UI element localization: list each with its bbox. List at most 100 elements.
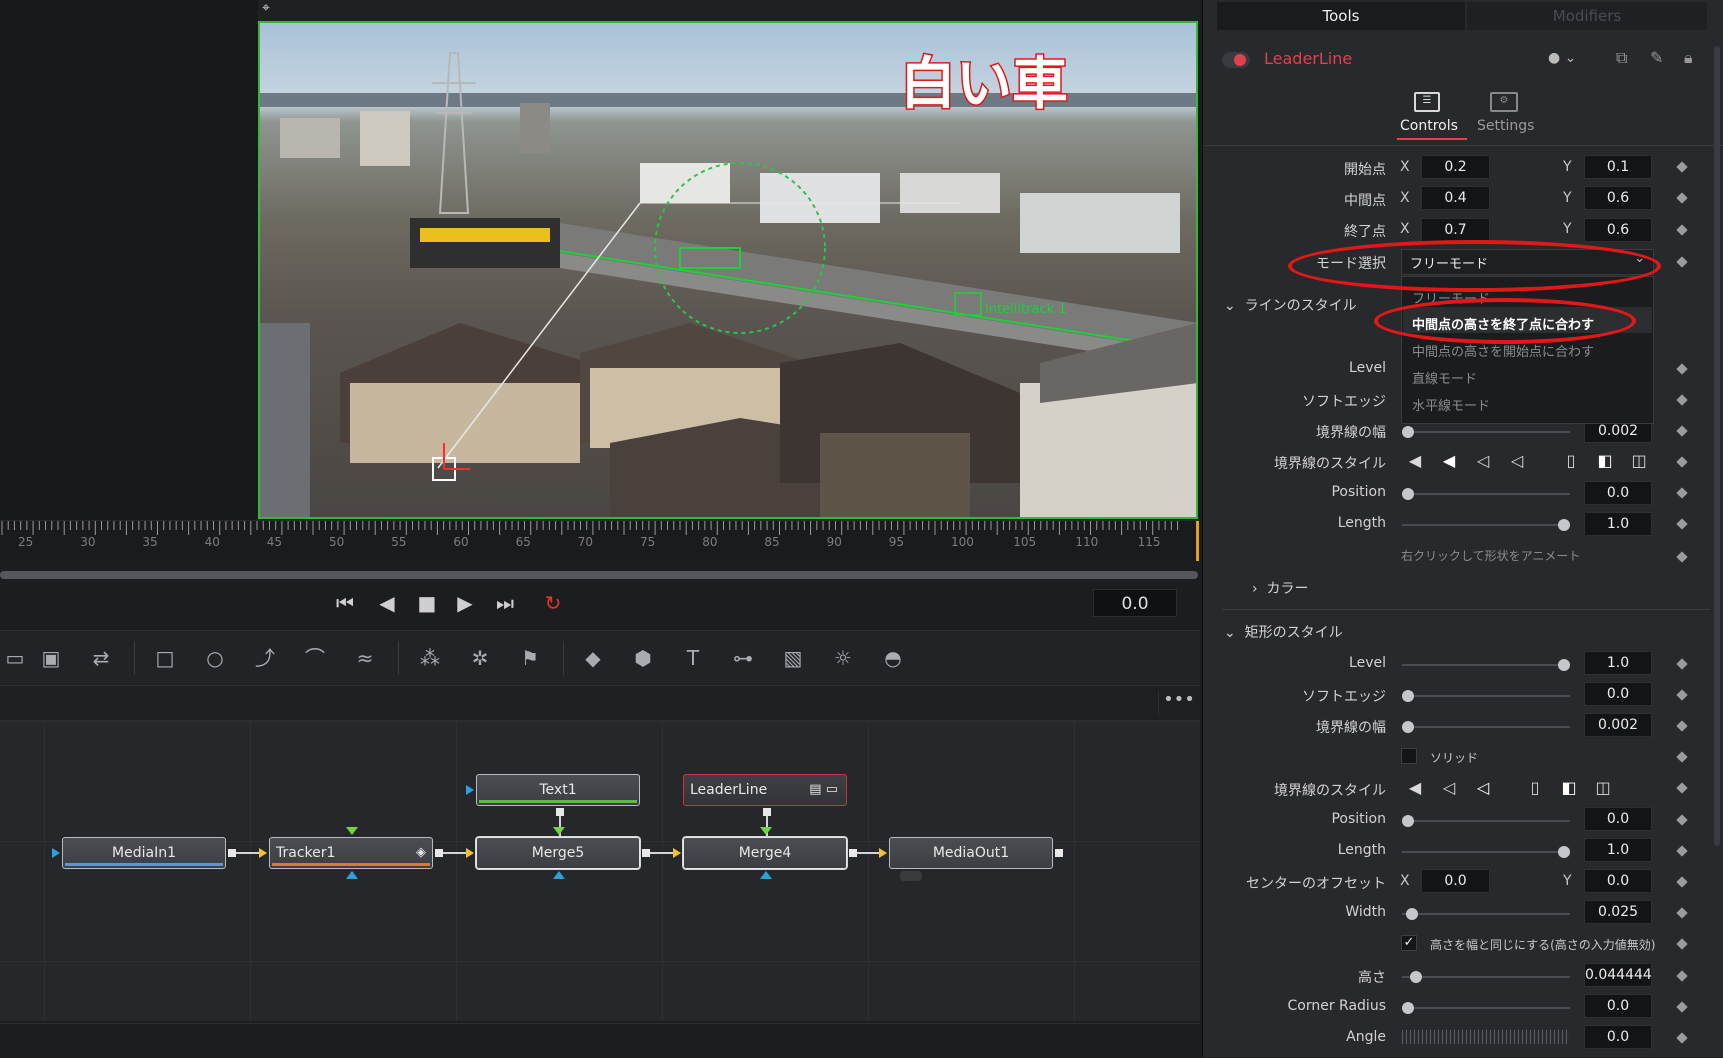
crosshair-icon[interactable]: ⌖: [262, 0, 270, 16]
particle-render-icon[interactable]: ⚑: [515, 644, 545, 672]
stop-button[interactable]: ■: [410, 590, 444, 616]
height-slider[interactable]: [1402, 971, 1570, 983]
border-style-5-icon[interactable]: ▯: [1560, 450, 1582, 472]
center-offset-y-field[interactable]: 0.0: [1584, 869, 1652, 893]
center-offset-x-field[interactable]: 0.0: [1421, 869, 1490, 893]
paint-tool-icon[interactable]: ▣: [36, 644, 66, 672]
rect-border-style-2-icon[interactable]: ◁: [1438, 777, 1460, 799]
tab-modifiers[interactable]: Modifiers: [1467, 2, 1707, 30]
border-style-1-icon[interactable]: ◀: [1404, 450, 1426, 472]
rect-border-style-1-icon[interactable]: ◀: [1404, 777, 1426, 799]
dropdown-option[interactable]: 直線モード: [1412, 368, 1477, 387]
node-tracker[interactable]: Tracker1 ◈: [269, 837, 433, 869]
tab-settings[interactable]: Settings: [1477, 118, 1534, 134]
bspline-mask-icon[interactable]: ⌒: [300, 644, 330, 672]
more-options-icon[interactable]: •••: [1158, 690, 1199, 716]
pin-icon[interactable]: ✎: [1650, 48, 1663, 67]
node-leaderline[interactable]: LeaderLine ▤ ▭: [683, 774, 847, 806]
rect-style-section[interactable]: ⌄ 矩形のスタイル: [1224, 622, 1343, 642]
border-style-4-icon[interactable]: ◁: [1506, 450, 1528, 472]
height-field[interactable]: 0.044444: [1584, 963, 1652, 987]
node-mediaout[interactable]: MediaOut1: [889, 837, 1053, 869]
corner-radius-field[interactable]: 0.0: [1584, 994, 1652, 1018]
rect-level-slider[interactable]: [1402, 659, 1570, 671]
line-position-slider[interactable]: [1402, 488, 1570, 500]
play-reverse-button[interactable]: ◀: [370, 590, 404, 616]
angle-field[interactable]: 0.0: [1584, 1025, 1652, 1049]
tool-enable-toggle[interactable]: [1222, 52, 1250, 68]
color-section[interactable]: › カラー: [1252, 578, 1309, 598]
background-tool-icon[interactable]: ▭: [0, 644, 30, 672]
transform-tool-icon[interactable]: ⇄: [86, 644, 116, 672]
start-x-field[interactable]: 0.2: [1421, 155, 1490, 179]
rect-length-slider[interactable]: [1402, 846, 1570, 858]
wand-mask-icon[interactable]: ≈: [350, 644, 380, 672]
dropdown-option[interactable]: 水平線モード: [1412, 395, 1490, 414]
tab-controls[interactable]: Controls: [1400, 118, 1458, 134]
line-position-field[interactable]: 0.0: [1584, 481, 1652, 505]
go-to-start-button[interactable]: ⏮: [328, 590, 362, 616]
timecode-field[interactable]: 0.0: [1093, 589, 1177, 617]
rect-border-style-4-icon[interactable]: ▯: [1524, 777, 1546, 799]
rect-softedge-field[interactable]: 0.0: [1584, 682, 1652, 706]
settings-icon[interactable]: ⚙: [1490, 92, 1518, 112]
rect-softedge-slider[interactable]: [1402, 690, 1570, 702]
inspector-scrollbar[interactable]: [1714, 46, 1720, 846]
image-plane-3d-icon[interactable]: ◆: [578, 644, 608, 672]
camera-3d-icon[interactable]: ▧: [778, 644, 808, 672]
width-field[interactable]: 0.025: [1584, 900, 1652, 924]
end-x-field[interactable]: 0.7: [1421, 218, 1490, 242]
color-picker-icon[interactable]: ● ⌄: [1548, 50, 1576, 66]
playhead-marker[interactable]: [1196, 521, 1199, 561]
width-slider[interactable]: [1402, 908, 1570, 920]
border-style-7-icon[interactable]: ◫: [1628, 450, 1650, 472]
light-3d-icon[interactable]: ☼: [828, 644, 858, 672]
viewer-image[interactable]: Intellitrack 1 白い車: [258, 21, 1198, 519]
ellipse-mask-icon[interactable]: ○: [200, 644, 230, 672]
node-editor[interactable]: MediaIn1 Tracker1 ◈ Text1 Merge5 LeaderL…: [0, 721, 1200, 1021]
same-height-checkbox[interactable]: ✓: [1401, 935, 1417, 951]
node-mediain[interactable]: MediaIn1: [62, 837, 226, 869]
rect-border-width-slider[interactable]: [1402, 721, 1570, 733]
particle-emitter-icon[interactable]: ⁂: [415, 644, 445, 672]
rect-border-width-field[interactable]: 0.002: [1584, 713, 1652, 737]
loop-icon[interactable]: ↻: [536, 590, 570, 616]
border-style-3-icon[interactable]: ◁: [1472, 450, 1494, 472]
rect-border-style-6-icon[interactable]: ◫: [1592, 777, 1614, 799]
rect-position-field[interactable]: 0.0: [1584, 807, 1652, 831]
shape-3d-icon[interactable]: ⬢: [628, 644, 658, 672]
go-to-end-button[interactable]: ⏭: [488, 590, 522, 616]
render-3d-icon[interactable]: ◓: [878, 644, 908, 672]
node-text[interactable]: Text1: [476, 774, 640, 806]
rect-position-slider[interactable]: [1402, 815, 1570, 827]
border-style-6-icon[interactable]: ◧: [1594, 450, 1616, 472]
line-style-section[interactable]: ⌄ ラインのスタイル: [1224, 295, 1357, 315]
rect-level-field[interactable]: 1.0: [1584, 651, 1652, 675]
particle-icon[interactable]: ✲: [465, 644, 495, 672]
line-length-slider[interactable]: [1402, 519, 1570, 531]
solid-checkbox[interactable]: [1401, 748, 1417, 764]
tab-tools[interactable]: Tools: [1217, 2, 1465, 30]
angle-thumbwheel[interactable]: [1402, 1030, 1570, 1044]
node-merge5[interactable]: Merge5: [476, 837, 640, 869]
rect-length-field[interactable]: 1.0: [1584, 838, 1652, 862]
play-button[interactable]: ▶: [448, 590, 482, 616]
line-length-field[interactable]: 1.0: [1584, 512, 1652, 536]
text-3d-icon[interactable]: T: [678, 644, 708, 672]
start-y-field[interactable]: 0.1: [1584, 155, 1652, 179]
scrub-bar[interactable]: [0, 571, 1198, 579]
lock-icon[interactable]: 🔒︎: [1684, 48, 1693, 68]
rect-border-style-3-icon[interactable]: ◁: [1472, 777, 1494, 799]
versions-icon[interactable]: ⧉: [1616, 48, 1627, 68]
node-merge4[interactable]: Merge4: [683, 837, 847, 869]
mid-x-field[interactable]: 0.4: [1421, 186, 1490, 210]
timeline-ruler[interactable]: 25 30 35 40 45 50 55 60 65 70 75 80 85 90 95 100 105 110 1…: [0, 520, 1200, 561]
mid-y-field[interactable]: 0.6: [1584, 186, 1652, 210]
controls-icon[interactable]: ☰: [1414, 92, 1440, 112]
rect-border-style-5-icon[interactable]: ◧: [1558, 777, 1580, 799]
border-style-2-icon[interactable]: ◀: [1438, 450, 1460, 472]
rectangle-mask-icon[interactable]: □: [150, 644, 180, 672]
end-y-field[interactable]: 0.6: [1584, 218, 1652, 242]
polygon-mask-icon[interactable]: ⤴: [250, 644, 280, 672]
corner-radius-slider[interactable]: [1402, 1002, 1570, 1014]
